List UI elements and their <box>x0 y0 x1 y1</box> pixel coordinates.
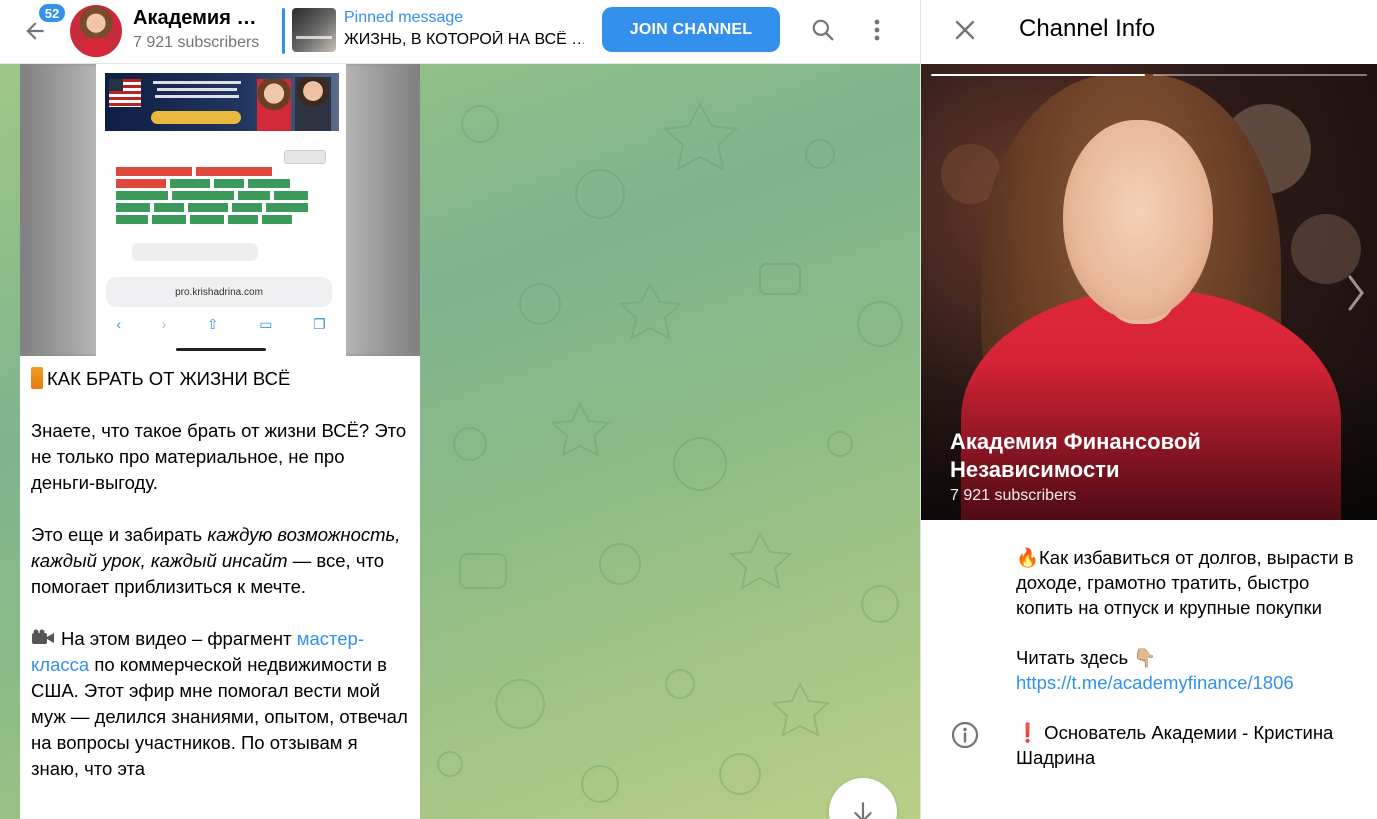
promo-button <box>151 111 241 124</box>
chat-chip <box>116 215 148 224</box>
chat-chip <box>262 215 292 224</box>
photo-progress-active <box>931 74 1145 76</box>
next-photo-button[interactable] <box>1341 268 1371 318</box>
post-paragraph-1: Знаете, что такое брать от жизни ВСЁ? Эт… <box>31 420 407 493</box>
chat-bubble <box>132 243 258 261</box>
post-paragraph-3: На этом видео – фрагмент мастер-класса п… <box>31 626 410 782</box>
chevron-right-icon <box>1348 275 1364 311</box>
chat-chip <box>248 179 290 188</box>
chat-chip <box>116 167 192 176</box>
channel-info-panel: Channel Info Академия Финансовой Независ… <box>920 0 1377 819</box>
info-icon <box>951 721 979 749</box>
desc-paragraph-2: Читать здесь 👇🏼 https://t.me/academyfinan… <box>1016 645 1366 695</box>
search-icon <box>812 19 834 41</box>
desc-paragraph-3: ❗ Основатель Академии - Кристина Шадрина <box>1016 722 1334 768</box>
chat-chip <box>228 215 258 224</box>
chat-chip <box>170 179 210 188</box>
promo-text-line <box>155 95 239 98</box>
more-button[interactable] <box>862 13 892 47</box>
info-title: Channel Info <box>1019 15 1156 42</box>
book-icon: ▭ <box>259 315 273 332</box>
pinned-text[interactable]: ЖИЗНЬ, В КОТОРОЙ НА ВСЁ … <box>344 31 584 49</box>
tabs-icon: ❐ <box>313 315 326 332</box>
post-heading: КАК БРАТЬ ОТ ЖИЗНИ ВСЁ <box>31 366 410 392</box>
home-indicator <box>176 348 266 351</box>
channel-avatar[interactable] <box>70 5 122 57</box>
pinned-indicator <box>282 8 285 54</box>
pinned-label[interactable]: Pinned message <box>344 9 463 27</box>
desc-paragraph-1: 🔥Как избавиться от долгов, вырасти в дох… <box>1016 547 1354 618</box>
browser-url-bar: pro.krishadrina.com <box>106 277 332 307</box>
chevron-right-icon: › <box>161 316 167 332</box>
channel-link[interactable]: https://t.me/academyfinance/1806 <box>1016 672 1294 693</box>
share-icon: ⇧ <box>206 315 219 332</box>
arrow-down-icon <box>854 802 872 819</box>
read-here-label: Читать здесь 👇🏼 <box>1016 647 1157 668</box>
chat-chip <box>196 167 272 176</box>
p3-start: На этом видео – фрагмент <box>61 628 297 649</box>
promo-banner <box>105 73 339 131</box>
chat-chip <box>154 203 184 212</box>
search-button[interactable] <box>806 13 840 47</box>
channel-title[interactable]: Академия … <box>133 7 256 30</box>
chat-chip <box>116 191 168 200</box>
channel-full-name: Академия Финансовой Независимости <box>950 429 1201 482</box>
chat-chip <box>274 191 308 200</box>
close-button[interactable] <box>949 14 981 46</box>
promo-text-line <box>153 81 241 84</box>
channel-photo[interactable]: Академия Финансовой Независимости 7 921 … <box>921 64 1377 520</box>
chevron-left-icon: ‹ <box>116 316 121 332</box>
flag-image <box>109 79 141 107</box>
post-video[interactable]: pro.krishadrina.com ‹ › ⇧ ▭ ❐ <box>20 64 420 356</box>
chat-chip <box>238 191 270 200</box>
channel-subscribers: 7 921 subscribers <box>133 34 260 51</box>
chat-chip <box>152 215 186 224</box>
chat-chip <box>116 179 166 188</box>
browser-nav-row: ‹ › ⇧ ▭ ❐ <box>96 314 346 334</box>
channel-post: pro.krishadrina.com ‹ › ⇧ ▭ ❐ КАК БРАТЬ … <box>20 64 420 819</box>
video-camera-icon <box>32 629 54 644</box>
close-icon <box>955 20 975 40</box>
chat-chip <box>266 203 308 212</box>
promo-photo-woman <box>257 79 291 131</box>
chat-chip <box>116 203 150 212</box>
chat-chip <box>190 215 224 224</box>
info-header: Channel Info <box>921 0 1377 64</box>
chat-chip <box>172 191 234 200</box>
help-pill <box>284 150 326 164</box>
chat-chip <box>214 179 244 188</box>
unread-badge: 52 <box>37 2 67 24</box>
channel-description: 🔥Как избавиться от долгов, вырасти в дох… <box>1016 545 1366 795</box>
more-vertical-icon <box>874 19 880 41</box>
photo-face <box>1063 120 1213 320</box>
post-paragraph-2: Это еще и забирать каждую возможность, к… <box>31 522 410 600</box>
join-channel-button[interactable]: JOIN CHANNEL <box>602 7 780 52</box>
chat-header: 52 Академия … 7 921 subscribers Pinned m… <box>0 0 920 64</box>
channel-info-subscribers: 7 921 subscribers <box>950 487 1077 504</box>
video-screenshot: pro.krishadrina.com ‹ › ⇧ ▭ ❐ <box>96 64 346 356</box>
battery-icon <box>31 367 43 389</box>
post-text: КАК БРАТЬ ОТ ЖИЗНИ ВСЁ Знаете, что такое… <box>20 356 420 782</box>
post-heading-text: КАК БРАТЬ ОТ ЖИЗНИ ВСЁ <box>47 368 291 389</box>
url-text: pro.krishadrina.com <box>175 286 263 298</box>
promo-photo-man <box>295 77 331 131</box>
chat-chip <box>188 203 228 212</box>
promo-text-line <box>157 88 237 91</box>
chat-area[interactable]: pro.krishadrina.com ‹ › ⇧ ▭ ❐ КАК БРАТЬ … <box>0 64 920 819</box>
p2-start: Это еще и забирать <box>31 524 208 545</box>
photo-progress-inactive <box>1153 74 1367 76</box>
chat-chip <box>232 203 262 212</box>
pinned-thumbnail[interactable] <box>292 8 336 52</box>
